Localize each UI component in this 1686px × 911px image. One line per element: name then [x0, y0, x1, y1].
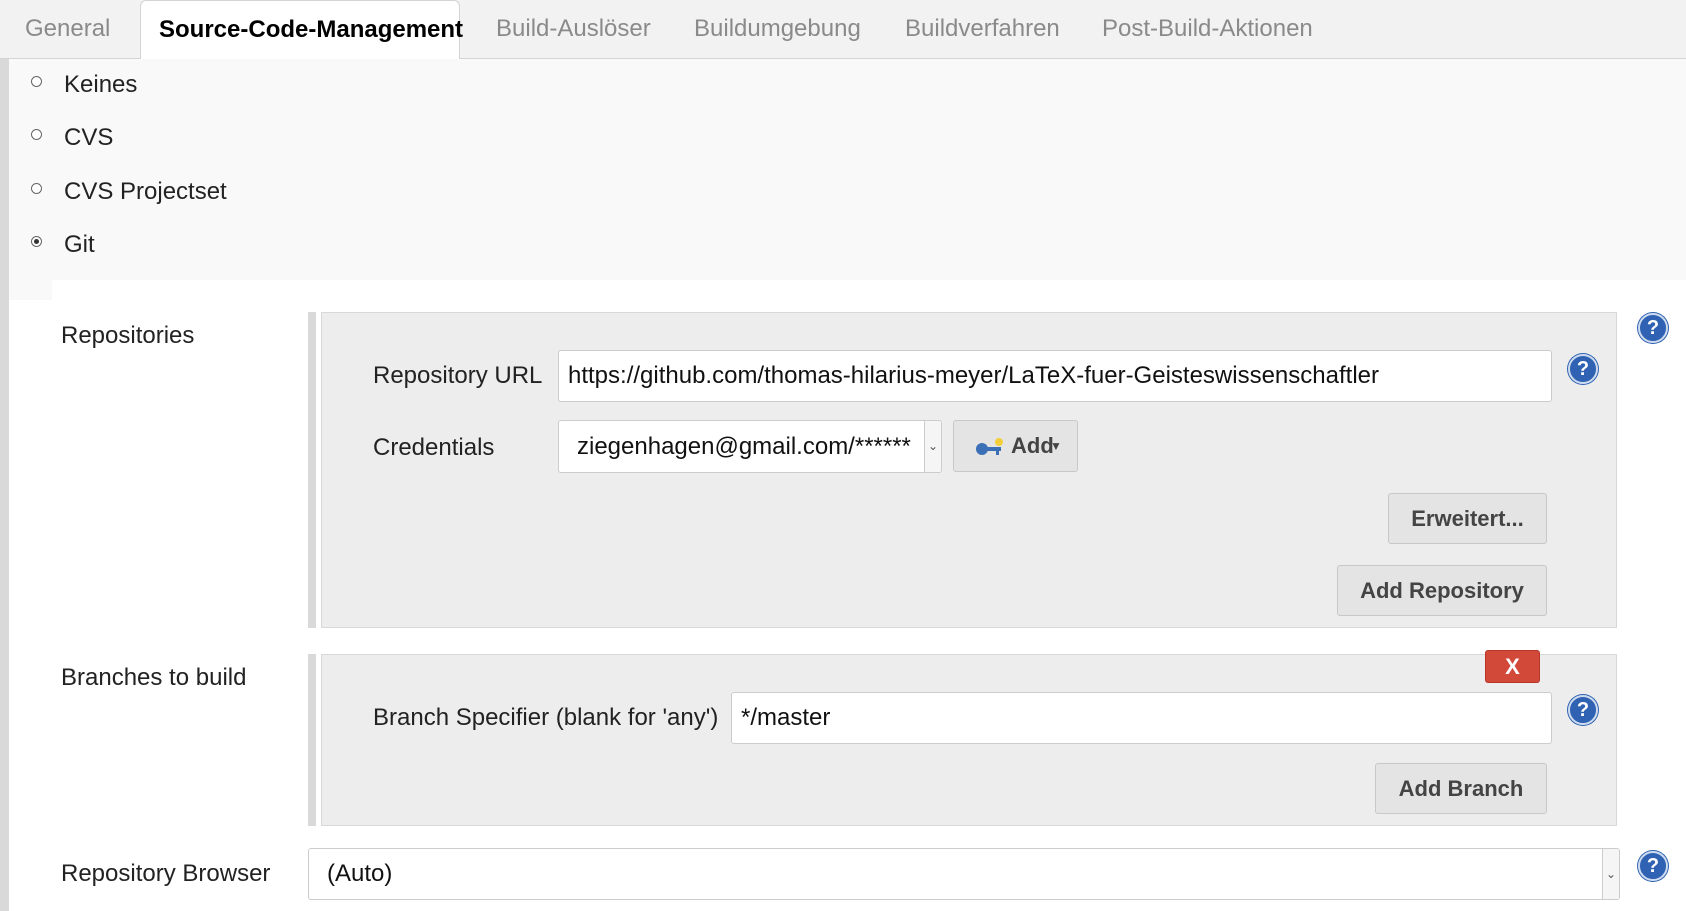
tab-general[interactable]: General [25, 0, 110, 58]
credentials-value: ziegenhagen@gmail.com/****** [577, 433, 911, 460]
tab-buildumgebung[interactable]: Buildumgebung [694, 0, 861, 58]
branch-specifier-input[interactable]: */master [731, 692, 1552, 744]
branch-specifier-help-icon[interactable]: ? [1568, 695, 1598, 725]
add-credentials-button[interactable]: Add ▼ [953, 420, 1078, 472]
repository-browser-label: Repository Browser [61, 860, 271, 887]
advanced-button[interactable]: Erweitert... [1388, 493, 1547, 544]
radio-button-checked[interactable] [31, 236, 42, 247]
repository-browser-select[interactable]: (Auto) ⌄ [308, 848, 1620, 900]
repository-browser-value: (Auto) [327, 860, 393, 887]
add-branch-button[interactable]: Add Branch [1375, 763, 1547, 814]
repository-url-help-icon[interactable]: ? [1568, 354, 1598, 384]
branch-specifier-label: Branch Specifier (blank for 'any') [373, 704, 719, 731]
section-left-border [0, 59, 9, 911]
dropdown-arrow-icon: ⌄ [924, 421, 941, 472]
tab-source-code-management[interactable]: Source-Code-Management [140, 0, 463, 59]
branches-to-build-label: Branches to build [61, 664, 247, 691]
scm-option-label: Keines [64, 71, 138, 98]
tab-bar: General Source-Code-Management Build-Aus… [0, 0, 1686, 59]
dropdown-arrow-icon: ⌄ [1602, 849, 1619, 899]
scm-options-area [9, 59, 1686, 280]
repositories-label: Repositories [61, 322, 195, 349]
scm-option-label: CVS [64, 124, 114, 151]
branches-bar [308, 654, 316, 826]
radio-button[interactable] [31, 183, 42, 194]
dropdown-triangle-icon: ▼ [1050, 439, 1062, 453]
repositories-help-icon[interactable]: ? [1638, 313, 1668, 343]
repository-browser-help-icon[interactable]: ? [1638, 851, 1668, 881]
git-section-notch [9, 280, 52, 300]
key-icon [976, 438, 1003, 455]
scm-option-label: CVS Projectset [64, 178, 227, 205]
repository-url-label: Repository URL [373, 362, 543, 389]
add-repository-button[interactable]: Add Repository [1337, 565, 1547, 616]
repository-url-input[interactable]: https://github.com/thomas-hilarius-meyer… [558, 350, 1552, 402]
tab-buildverfahren[interactable]: Buildverfahren [905, 0, 1060, 58]
scm-option-label: Git [64, 231, 95, 258]
repositories-bar [308, 312, 316, 628]
tab-post-build-aktionen[interactable]: Post-Build-Aktionen [1102, 0, 1313, 58]
tab-build-ausloeser[interactable]: Build-Auslöser [496, 0, 651, 58]
credentials-select[interactable]: ziegenhagen@gmail.com/****** ⌄ [558, 420, 942, 473]
credentials-label: Credentials [373, 434, 495, 461]
radio-button[interactable] [31, 129, 42, 140]
radio-button[interactable] [31, 76, 42, 87]
add-credentials-label: Add [1011, 433, 1054, 458]
delete-branch-button[interactable]: X [1485, 650, 1540, 683]
